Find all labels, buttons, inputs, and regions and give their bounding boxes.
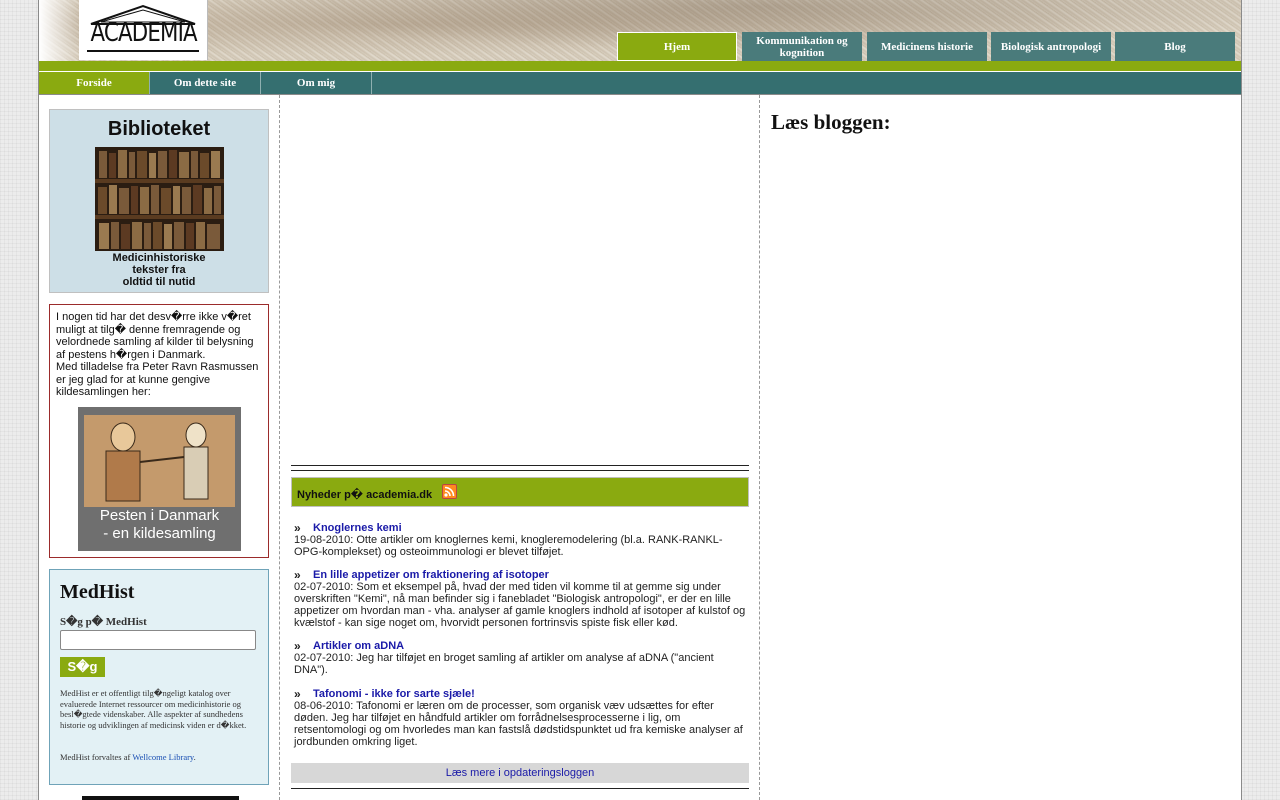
column-divider-right <box>759 95 760 800</box>
news-body: 19-08-2010: Otte artikler om knoglernes … <box>294 534 723 558</box>
wellcome-library-link[interactable]: Wellcome Library <box>132 752 193 762</box>
tab-blog[interactable]: Blog <box>1115 32 1235 61</box>
column-divider-left <box>279 95 280 800</box>
plague-text: I nogen tid har det desv�rre ikke v�ret … <box>56 311 264 399</box>
sidebar-bottom-banner <box>82 796 239 800</box>
medhist-box: MedHist S�g p� MedHist S�g MedHist er et… <box>49 569 269 785</box>
news-body: 08-06-2010: Tafonomi er læren om de proc… <box>294 700 743 748</box>
medhist-search-input[interactable] <box>60 630 256 650</box>
site-logo[interactable]: ACADEMIA <box>79 0 208 60</box>
plague-caption-line-2: - en kildesamling <box>103 525 216 542</box>
news-title: Nyheder p� academia.dk <box>297 489 433 501</box>
medhist-credit-prefix: MedHist forvaltes af <box>60 752 133 762</box>
news-link-knoglernes-kemi[interactable]: Knoglernes kemi <box>313 522 402 534</box>
logo-base-line <box>87 50 199 52</box>
tab-medicinens-historie[interactable]: Medicinens historie <box>867 32 987 61</box>
news-item: » En lille appetizer om fraktionering af … <box>294 569 746 629</box>
news-item: » Artikler om aDNA 02-07-2010: Jeg har ti… <box>294 640 746 676</box>
rss-glyph <box>444 486 455 497</box>
more-news-bar: Læs mere i opdateringsloggen <box>291 763 749 783</box>
header-banner: ACADEMIA Hjem Kommunikation og kognition… <box>39 0 1241 61</box>
news-item: » Tafonomi - ikke for sarte sjæle! 08-06-… <box>294 688 746 748</box>
news-rule-top <box>291 465 749 466</box>
library-box: Biblioteket Medicinhistoriske tekster fr… <box>49 109 269 293</box>
medhist-search-label: S�g p� MedHist <box>60 616 147 628</box>
medhist-credit: MedHist forvaltes af Wellcome Library. <box>60 752 260 762</box>
tab-hjem[interactable]: Hjem <box>617 32 737 61</box>
more-news-link[interactable]: Læs mere i opdateringsloggen <box>446 767 595 779</box>
green-divider-bar <box>39 61 1241 71</box>
news-link-isotoper[interactable]: En lille appetizer om fraktionering af i… <box>313 569 549 581</box>
medhist-credit-suffix: . <box>193 752 196 762</box>
bookshelf-illustration <box>95 147 224 251</box>
library-caption: Medicinhistoriske tekster fra oldtid til… <box>50 252 268 288</box>
rss-icon[interactable] <box>442 484 457 499</box>
medhist-title: MedHist <box>60 581 135 603</box>
library-caption-line-1: Medicinhistoriske <box>112 252 206 264</box>
plague-box: I nogen tid har det desv�rre ikke v�ret … <box>49 304 269 558</box>
bookshelf-image[interactable] <box>95 147 224 251</box>
news-link-adna[interactable]: Artikler om aDNA <box>313 640 404 652</box>
page: ACADEMIA Hjem Kommunikation og kognition… <box>38 0 1242 800</box>
tab-kommunikation-og-kognition[interactable]: Kommunikation og kognition <box>742 32 862 61</box>
logo-text: ACADEMIA <box>90 18 198 48</box>
double-chevron-icon: » <box>294 521 301 535</box>
news-rule-bottom <box>291 788 749 789</box>
plague-collection-image[interactable]: Pesten i Danmark - en kildesamling <box>78 407 241 551</box>
library-caption-line-2: tekster fra <box>132 264 186 276</box>
plague-caption-line-1: Pesten i Danmark <box>99 507 220 524</box>
tab-biologisk-antropologi[interactable]: Biologisk antropologi <box>991 32 1111 61</box>
library-title: Biblioteket <box>107 118 211 140</box>
medhist-search-button[interactable]: S�g <box>60 657 105 677</box>
news-rule-top-2 <box>291 470 749 471</box>
news-body: 02-07-2010: Som et eksempel på, hvad der… <box>294 581 746 629</box>
news-body: 02-07-2010: Jeg har tilføjet en broget s… <box>294 652 714 676</box>
plague-paragraph-1: I nogen tid har det desv�rre ikke v�ret … <box>56 311 254 361</box>
subnav-forside[interactable]: Forside <box>39 72 150 94</box>
blog-title: Læs bloggen: <box>771 110 891 134</box>
medhist-description: MedHist er et offentligt tilg�ngeligt ka… <box>60 688 247 730</box>
double-chevron-icon: » <box>294 639 301 653</box>
plague-paragraph-2: Med tilladelse fra Peter Ravn Rasmussen … <box>56 361 259 398</box>
subnav-om-mig[interactable]: Om mig <box>261 72 372 94</box>
news-item: » Knoglernes kemi 19-08-2010: Otte artikl… <box>294 522 746 558</box>
subnav-om-dette-site[interactable]: Om dette site <box>150 72 261 94</box>
news-link-tafonomi[interactable]: Tafonomi - ikke for sarte sjæle! <box>313 688 475 700</box>
banner-fade <box>39 0 79 61</box>
sub-navigation: Forside Om dette site Om mig <box>39 72 1241 95</box>
double-chevron-icon: » <box>294 687 301 701</box>
plague-image-caption: Pesten i Danmark - en kildesamling <box>78 507 241 543</box>
news-header: Nyheder p� academia.dk <box>291 477 749 507</box>
double-chevron-icon: » <box>294 568 301 582</box>
library-caption-line-3: oldtid til nutid <box>122 276 196 288</box>
